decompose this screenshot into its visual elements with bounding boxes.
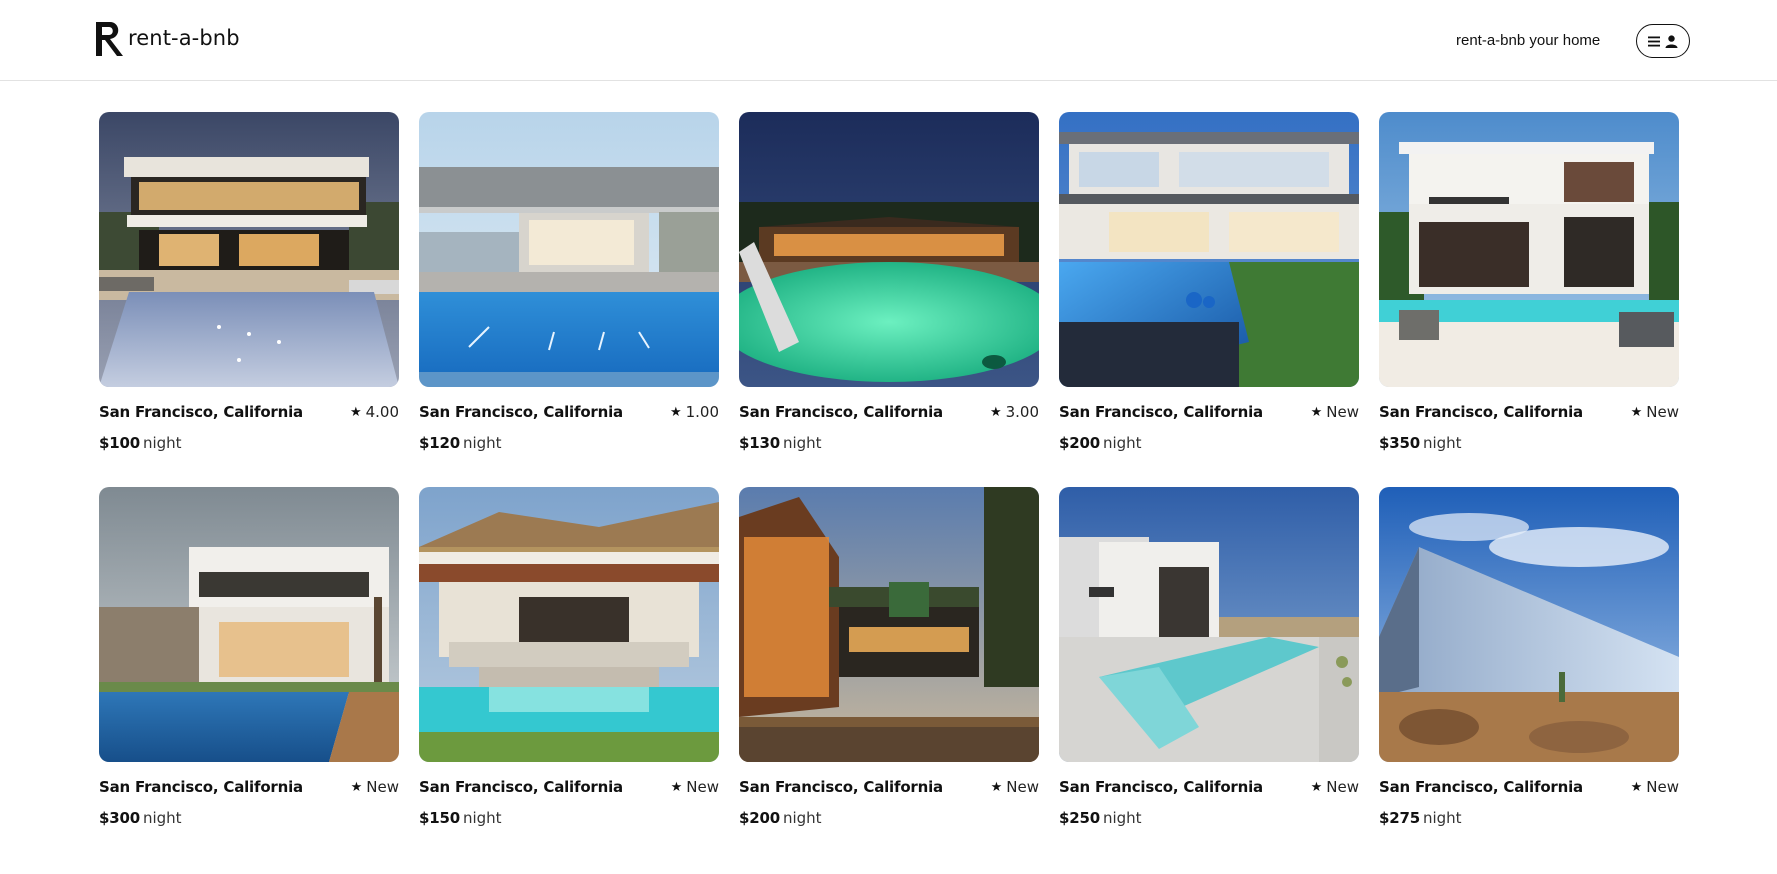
star-icon: ★: [350, 779, 363, 795]
rating-value: New: [1646, 778, 1679, 796]
price-unit: night: [462, 809, 502, 827]
listing-rating: ★ New: [1311, 778, 1359, 796]
price-unit: night: [1102, 809, 1142, 827]
price-unit: night: [1422, 434, 1462, 452]
star-icon: ★: [990, 779, 1003, 795]
listing-price-row: $100 night: [99, 434, 182, 452]
rating-value: 3.00: [1005, 403, 1039, 421]
listing-location: San Francisco, California: [419, 778, 623, 796]
listing-rating: ★ 4.00: [350, 403, 399, 421]
price-unit: night: [1422, 809, 1462, 827]
listing-card[interactable]: San Francisco, California ★ New $250 night: [1059, 487, 1359, 837]
listing-price: $275: [1379, 809, 1420, 827]
price-unit: night: [142, 434, 182, 452]
logo-mark-icon: [96, 22, 123, 56]
star-icon: ★: [989, 404, 1002, 420]
listing-location: San Francisco, California: [1379, 403, 1583, 421]
star-icon: ★: [349, 404, 362, 420]
hamburger-icon: [1648, 36, 1660, 46]
listing-card[interactable]: San Francisco, California ★ New $150 night: [419, 487, 719, 837]
listing-card[interactable]: San Francisco, California ★ New $350 night: [1379, 112, 1679, 462]
brand-name: rent-a-bnb: [128, 26, 240, 50]
listing-card[interactable]: San Francisco, California ★ 4.00 $100 nigh…: [99, 112, 399, 462]
user-menu-button[interactable]: [1636, 24, 1690, 58]
rating-value: 1.00: [685, 403, 719, 421]
listing-photo[interactable]: [739, 487, 1039, 762]
listing-price: $120: [419, 434, 460, 452]
listing-rating: ★ New: [1631, 403, 1679, 421]
star-icon: ★: [1310, 404, 1323, 420]
listing-price: $250: [1059, 809, 1100, 827]
listing-rating: ★ 3.00: [990, 403, 1039, 421]
listing-photo[interactable]: [99, 112, 399, 387]
listing-photo[interactable]: [1379, 112, 1679, 387]
listing-price-row: $275 night: [1379, 809, 1462, 827]
listing-rating: ★ 1.00: [670, 403, 719, 421]
listing-price-row: $350 night: [1379, 434, 1462, 452]
star-icon: ★: [1630, 779, 1643, 795]
star-icon: ★: [670, 779, 683, 795]
rating-value: New: [1326, 403, 1359, 421]
rating-value: New: [1646, 403, 1679, 421]
listing-price-row: $300 night: [99, 809, 182, 827]
listing-price: $350: [1379, 434, 1420, 452]
rating-value: New: [1326, 778, 1359, 796]
listing-location: San Francisco, California: [99, 778, 303, 796]
price-unit: night: [142, 809, 182, 827]
top-navbar: rent-a-bnb rent-a-bnb your home: [0, 0, 1777, 81]
listing-location: San Francisco, California: [1059, 403, 1263, 421]
listing-location: San Francisco, California: [99, 403, 303, 421]
listing-location: San Francisco, California: [1379, 778, 1583, 796]
listing-rating: ★ New: [351, 778, 399, 796]
price-unit: night: [462, 434, 502, 452]
listing-photo[interactable]: [1059, 487, 1359, 762]
listing-photo[interactable]: [1379, 487, 1679, 762]
listing-photo[interactable]: [1059, 112, 1359, 387]
listing-card[interactable]: San Francisco, California ★ New $300 night: [99, 487, 399, 837]
listing-price: $200: [1059, 434, 1100, 452]
star-icon: ★: [1630, 404, 1643, 420]
rating-value: New: [1006, 778, 1039, 796]
listing-price: $100: [99, 434, 140, 452]
host-your-home-link[interactable]: rent-a-bnb your home: [1456, 32, 1600, 49]
price-unit: night: [782, 809, 822, 827]
brand-logo[interactable]: rent-a-bnb: [92, 19, 240, 59]
price-unit: night: [1102, 434, 1142, 452]
listing-location: San Francisco, California: [1059, 778, 1263, 796]
listing-price-row: $130 night: [739, 434, 822, 452]
listing-rating: ★ New: [1311, 403, 1359, 421]
listing-price: $130: [739, 434, 780, 452]
listing-price: $300: [99, 809, 140, 827]
listing-price: $150: [419, 809, 460, 827]
user-icon: [1665, 34, 1678, 48]
listing-card[interactable]: San Francisco, California ★ New $200 night: [739, 487, 1039, 837]
listing-price: $200: [739, 809, 780, 827]
listing-price-row: $200 night: [1059, 434, 1142, 452]
listing-rating: ★ New: [991, 778, 1039, 796]
listing-photo[interactable]: [419, 112, 719, 387]
listing-photo[interactable]: [419, 487, 719, 762]
listing-price-row: $120 night: [419, 434, 502, 452]
listing-card[interactable]: San Francisco, California ★ New $275 night: [1379, 487, 1679, 837]
listing-location: San Francisco, California: [739, 403, 943, 421]
listing-photo[interactable]: [99, 487, 399, 762]
star-icon: ★: [669, 404, 682, 420]
listing-photo[interactable]: [739, 112, 1039, 387]
rating-value: 4.00: [365, 403, 399, 421]
listing-price-row: $250 night: [1059, 809, 1142, 827]
listing-rating: ★ New: [1631, 778, 1679, 796]
listing-location: San Francisco, California: [419, 403, 623, 421]
rating-value: New: [366, 778, 399, 796]
listing-card[interactable]: San Francisco, California ★ 1.00 $120 nigh…: [419, 112, 719, 462]
listing-card[interactable]: San Francisco, California ★ 3.00 $130 nigh…: [739, 112, 1039, 462]
listing-price-row: $200 night: [739, 809, 822, 827]
listing-location: San Francisco, California: [739, 778, 943, 796]
star-icon: ★: [1310, 779, 1323, 795]
price-unit: night: [782, 434, 822, 452]
listing-card[interactable]: San Francisco, California ★ New $200 night: [1059, 112, 1359, 462]
rating-value: New: [686, 778, 719, 796]
listing-rating: ★ New: [671, 778, 719, 796]
listing-price-row: $150 night: [419, 809, 502, 827]
